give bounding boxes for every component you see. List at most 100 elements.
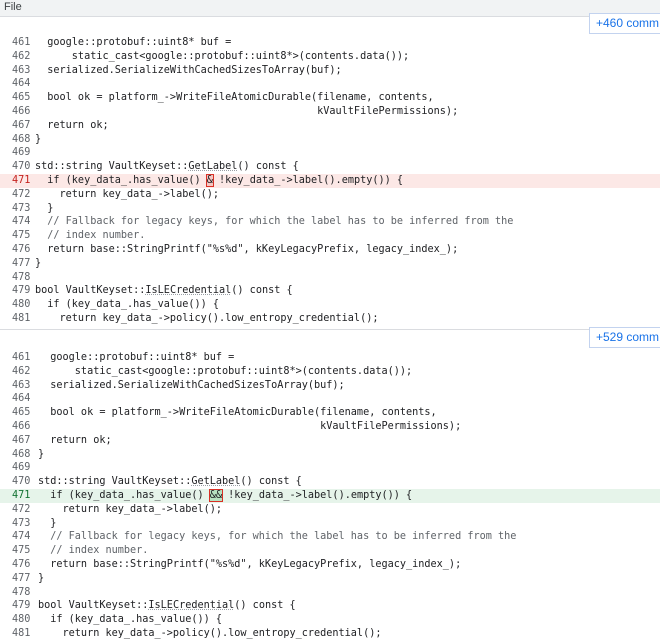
line-number[interactable]: 478 [12,271,34,285]
line-number[interactable]: 480 [12,298,34,312]
line-number[interactable]: 468 [12,448,34,462]
code-text: kVaultFilePermissions); [38,421,462,432]
line-number[interactable]: 471 [12,489,34,503]
line-number[interactable]: 461 [12,36,34,50]
line-number[interactable]: 476 [12,243,34,257]
line-number[interactable]: 474 [12,215,34,229]
code-line: 477} [0,572,660,586]
code-text: static_cast<google::protobuf::uint8*>(co… [38,365,413,377]
line-number[interactable]: 481 [12,312,34,326]
code-line: 476 return base::StringPrintf("%s%d", kK… [0,558,660,572]
code-line: 473 } [0,202,660,216]
code-text: static_cast<google::protobuf::uint8*>(co… [35,50,410,62]
line-number[interactable]: 479 [12,599,34,613]
line-number[interactable]: 466 [12,105,34,119]
line-number[interactable]: 461 [12,351,34,365]
code-line: 463 serialized.SerializeWithCachedSizesT… [0,379,660,393]
line-number[interactable]: 463 [12,64,34,78]
code-line: 466 kVaultFilePermissions); [0,105,660,119]
code-line: 473 } [0,517,660,531]
line-number[interactable]: 464 [12,77,34,91]
line-number[interactable]: 475 [12,544,34,558]
code-text: return key_data_->policy().low_entropy_c… [35,313,379,324]
code-text: // Fallback for legacy keys, for which t… [38,531,517,543]
code-line: 469 [0,146,660,160]
added-code-line: 471 if (key_data_.has_value() && !key_da… [0,489,660,503]
line-number[interactable]: 467 [12,434,34,448]
code-text: if (key_data_.has_value()) { [35,299,220,311]
code-text: // index number. [38,545,149,557]
line-number[interactable]: 477 [12,257,34,271]
line-number[interactable]: 469 [12,146,34,160]
code-line: 470 std::string VaultKeyset::GetLabel() c… [0,475,660,489]
code-text: google::protobuf::uint8* buf = [38,352,235,363]
function-name-link[interactable]: GetLabel [191,476,240,487]
line-number[interactable]: 480 [12,613,34,627]
code-text: if (key_data_.has_value() && !key_data_-… [38,489,412,503]
line-number[interactable]: 479 [12,284,34,298]
line-number[interactable]: 465 [12,406,34,420]
code-segment: !key_data_->label().empty()) { [212,175,404,186]
code-segment: () const { [237,161,299,173]
line-number[interactable]: 477 [12,572,34,586]
code-segment: if (key_data_.has_value() [38,490,210,501]
code-line: 465 bool ok = platform_->WriteFileAtomic… [0,406,660,420]
line-number[interactable]: 481 [12,627,34,641]
code-line: 481 return key_data_->policy().low_entro… [0,312,660,326]
line-number[interactable]: 475 [12,229,34,243]
code-text: serialized.SerializeWithCachedSizesToArr… [38,379,345,391]
function-name-link[interactable]: GetLabel [188,161,237,172]
line-number[interactable]: 474 [12,530,34,544]
line-number[interactable]: 478 [12,586,34,600]
line-number[interactable]: 473 [12,517,34,531]
code-segment: bool VaultKeyset:: [35,285,146,297]
expand-comments-top-button[interactable]: +460 comm [589,13,660,34]
expand-comments-bottom-button[interactable]: +529 comm [589,327,660,348]
code-line: 462 static_cast<google::protobuf::uint8*… [0,50,660,64]
code-text: std::string VaultKeyset::GetLabel() cons… [38,475,302,489]
function-name-link[interactable]: IsLECredential [145,285,231,296]
code-text: } [38,448,45,460]
line-number[interactable]: 472 [12,188,34,202]
code-text: } [38,572,45,584]
menu-bar: File [0,0,660,17]
function-name-link[interactable]: IsLECredential [148,600,234,611]
code-line: 479 bool VaultKeyset::IsLECredential() co… [0,284,660,298]
line-number[interactable]: 464 [12,392,34,406]
code-segment: () const { [240,476,302,488]
line-number[interactable]: 468 [12,133,34,147]
line-number[interactable]: 471 [12,174,34,188]
code-text: } [35,257,42,269]
code-line: 479 bool VaultKeyset::IsLECredential() co… [0,599,660,613]
code-segment: !key_data_->label().empty()) { [222,490,413,501]
line-number[interactable]: 472 [12,503,34,517]
line-number[interactable]: 473 [12,202,34,216]
line-number[interactable]: 470 [12,160,34,174]
line-number[interactable]: 462 [12,50,34,64]
code-text: } [35,133,42,145]
line-number[interactable]: 469 [12,461,34,475]
code-segment: () const { [231,285,293,297]
code-line: 477} [0,257,660,271]
line-number[interactable]: 470 [12,475,34,489]
code-segment: bool VaultKeyset:: [38,600,149,612]
code-line: 463 serialized.SerializeWithCachedSizesT… [0,64,660,78]
line-number[interactable]: 462 [12,365,34,379]
code-line: 467 return ok; [0,434,660,448]
code-segment: () const { [234,600,296,612]
line-number[interactable]: 476 [12,558,34,572]
code-text: bool ok = platform_->WriteFileAtomicDura… [35,92,434,104]
highlighted-change: && [208,489,224,502]
line-number[interactable]: 465 [12,91,34,105]
code-line: 480 if (key_data_.has_value()) { [0,298,660,312]
code-line: 461 google::protobuf::uint8* buf = [0,351,660,365]
line-number[interactable]: 466 [12,420,34,434]
code-line: 474 // Fallback for legacy keys, for whi… [0,530,660,544]
old-code-pane: 461 google::protobuf::uint8* buf = 462 st… [0,36,660,328]
new-code-pane: 461 google::protobuf::uint8* buf = 462 st… [0,351,660,644]
code-line: 475 // index number. [0,544,660,558]
line-number[interactable]: 467 [12,119,34,133]
line-number[interactable]: 463 [12,379,34,393]
file-menu[interactable]: File [4,1,22,13]
code-line: 468} [0,448,660,462]
